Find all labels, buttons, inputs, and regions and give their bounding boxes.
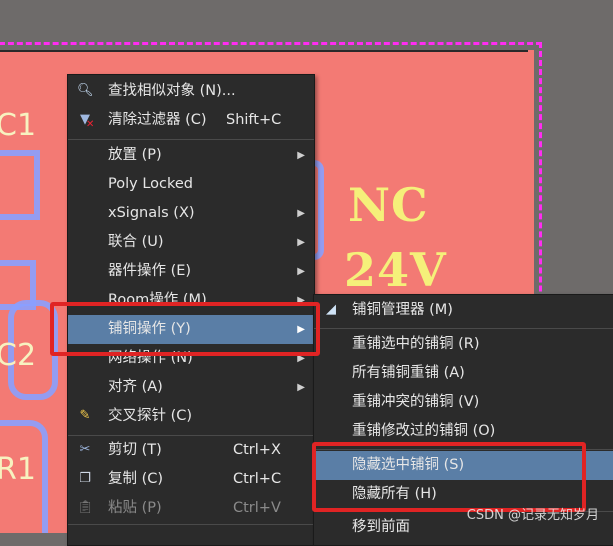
submenu-arrow-icon: ▶ [297, 382, 305, 393]
highlight-box-polygon-actions [50, 302, 320, 356]
copper-trace [0, 150, 40, 220]
submenu-arrow-icon: ▶ [297, 266, 305, 277]
menu-separator [68, 524, 314, 525]
menu-item-place[interactable]: 放置 (P) ▶ [68, 141, 314, 170]
submenu-item-repour-selected[interactable]: 重铺选中的铺铜 (R) [314, 330, 613, 359]
shortcut-label: Ctrl+V [233, 500, 281, 516]
refdes-r1: R1 [0, 452, 36, 487]
silk-text-nc: NC [348, 178, 429, 232]
menu-item-align[interactable]: 对齐 (A) ▶ [68, 373, 314, 402]
copy-icon: ❐ [79, 471, 91, 486]
menu-item-find-similar[interactable]: 🔍︎ 查找相似对象 (N)... [68, 77, 314, 106]
menu-item-cut[interactable]: ✂ 剪切 (T) Ctrl+X [68, 436, 314, 465]
cross-probe-icon: ✎ [79, 408, 91, 423]
submenu-item-polygon-manager[interactable]: ◢ 铺铜管理器 (M) [314, 296, 613, 325]
submenu-item-repour-all[interactable]: 所有铺铜重铺 (A) [314, 359, 613, 388]
submenu-arrow-icon: ▶ [297, 150, 305, 161]
menu-item-component-actions[interactable]: 器件操作 (E) ▶ [68, 257, 314, 286]
clear-filter-icon: ▼ ✕ [80, 112, 95, 130]
menu-separator [314, 328, 613, 329]
submenu-item-repour-violating[interactable]: 重铺冲突的铺铜 (V) [314, 388, 613, 417]
submenu-arrow-icon: ▶ [297, 208, 305, 219]
silk-text-24v: 24V [344, 243, 447, 297]
menu-item-poly-locked[interactable]: Poly Locked [68, 170, 314, 199]
polygon-manager-icon: ◢ [326, 302, 336, 317]
shortcut-label: Ctrl+X [233, 442, 281, 458]
shortcut-label: Shift+C [226, 112, 282, 128]
menu-item-xsignals[interactable]: xSignals (X) ▶ [68, 199, 314, 228]
menu-item-cross-probe[interactable]: ✎ 交叉探针 (C) [68, 402, 314, 431]
submenu-arrow-icon: ▶ [297, 237, 305, 248]
menu-item-clear-filter[interactable]: ▼ ✕ 清除过滤器 (C) Shift+C [68, 106, 314, 135]
magnifier-icon: 🔍︎ [77, 83, 94, 98]
scissors-icon: ✂ [79, 442, 91, 457]
paste-icon: 📋︎ [77, 500, 94, 515]
menu-item-union[interactable]: 联合 (U) ▶ [68, 228, 314, 257]
highlight-box-hide-options [312, 442, 586, 512]
menu-separator [68, 139, 314, 140]
menu-item-copy[interactable]: ❐ 复制 (C) Ctrl+C [68, 465, 314, 494]
watermark: CSDN @记录无知岁月 [466, 508, 599, 523]
refdes-c1: C1 [0, 108, 37, 143]
refdes-c2: C2 [0, 338, 37, 373]
shortcut-label: Ctrl+C [233, 471, 282, 487]
menu-item-paste[interactable]: 📋︎ 粘贴 (P) Ctrl+V [68, 494, 314, 523]
